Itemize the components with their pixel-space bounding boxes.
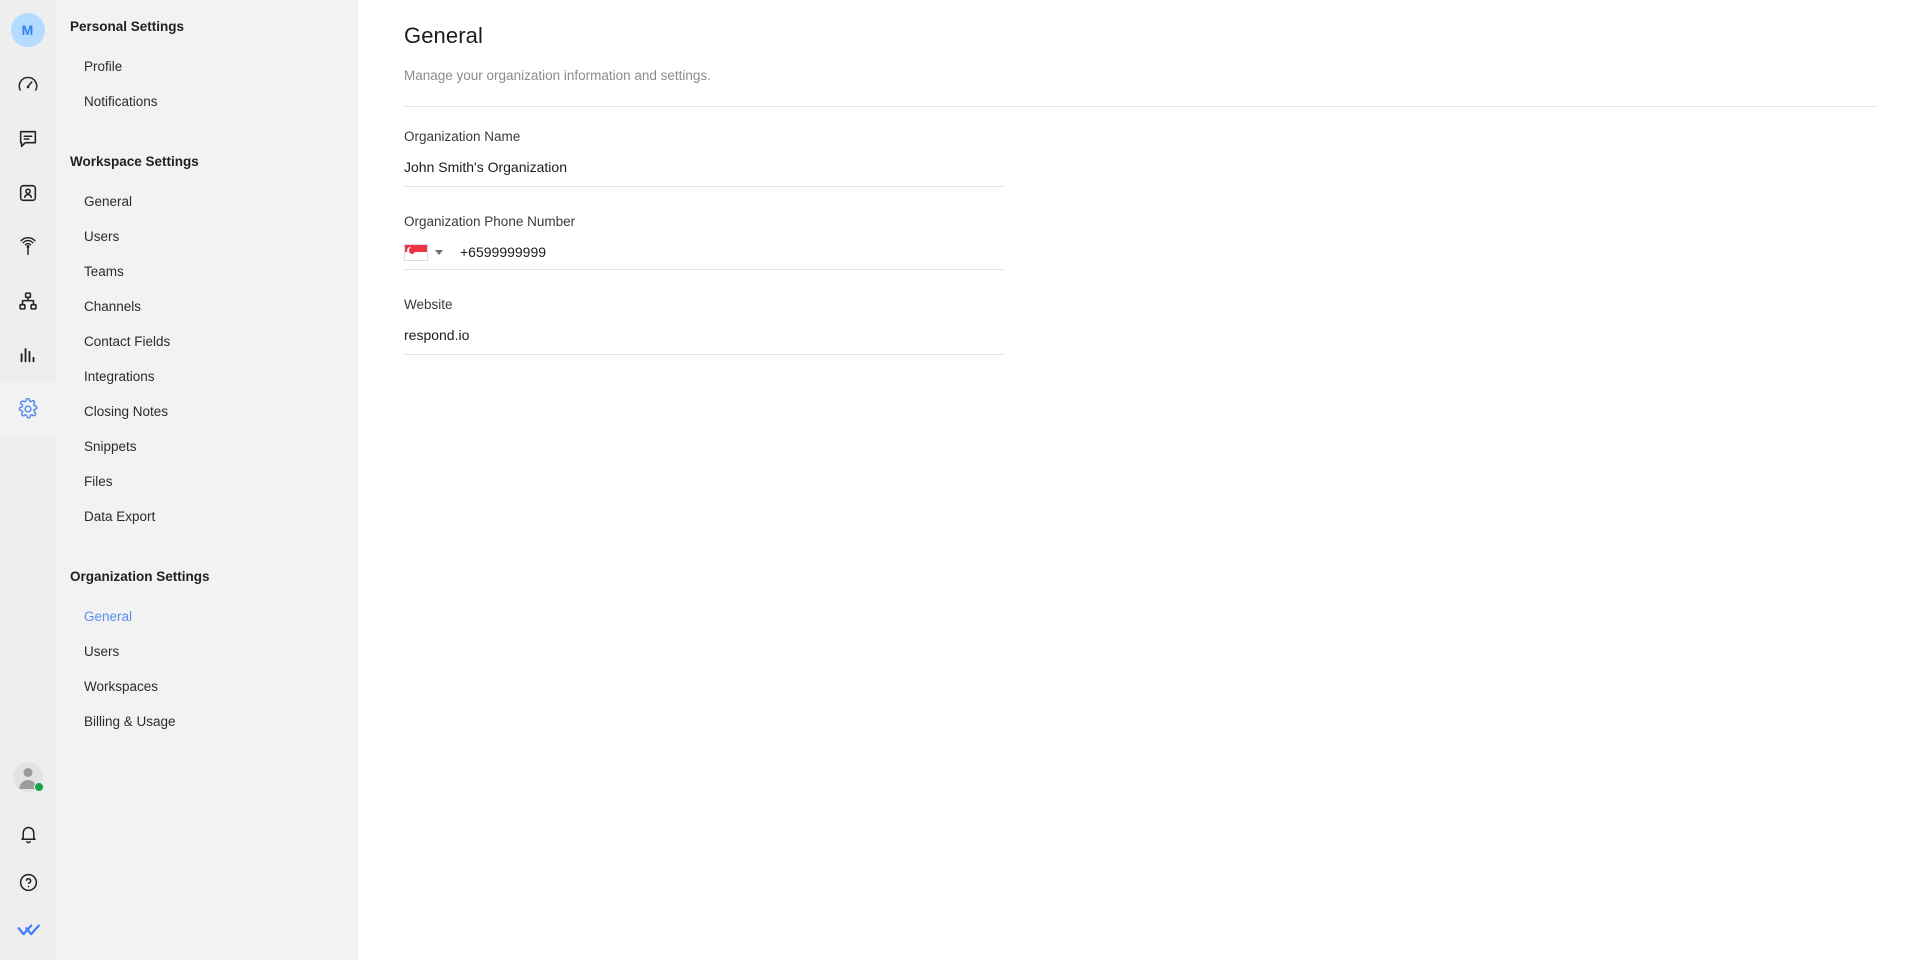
user-avatar[interactable] [13,762,44,792]
sidebar-item-notifications[interactable]: Notifications [56,84,358,119]
organization-name-input[interactable]: John Smith's Organization [404,157,1004,187]
organization-phone-input[interactable]: +6599999999 [460,242,546,262]
sidebar-item-org-general[interactable]: General [56,599,358,634]
organization-phone-label: Organization Phone Number [404,214,576,229]
sidebar-item-billing-usage[interactable]: Billing & Usage [56,704,358,739]
field-organization-name: Organization Name John Smith's Organizat… [404,128,1004,187]
field-website: Website respond.io [404,296,1004,355]
sidebar-item-contact-fields[interactable]: Contact Fields [56,324,358,359]
sidebar-item-data-export[interactable]: Data Export [56,499,358,534]
rail-item-respond-logo[interactable] [0,906,56,954]
rail-bottom-section [0,756,56,960]
rail-item-notifications[interactable] [0,810,56,858]
sidebar-item-snippets[interactable]: Snippets [56,429,358,464]
page-subtitle: Manage your organization information and… [404,68,711,83]
messages-icon [17,128,39,150]
help-circle-icon [18,872,39,893]
website-label: Website [404,297,453,312]
workflows-icon [17,290,39,312]
sidebar-item-workspace-users[interactable]: Users [56,219,358,254]
sidebar-group-personal: Personal Settings Profile Notifications [56,18,358,119]
sidebar-group-organization: Organization Settings General Users Work… [56,568,358,739]
flag-crescent-cut [409,246,416,254]
sidebar-item-teams[interactable]: Teams [56,254,358,289]
sidebar-item-files[interactable]: Files [56,464,358,499]
online-status-indicator [34,782,44,792]
rail-item-messages[interactable] [0,112,56,166]
main-content: General Manage your organization informa… [358,0,1919,973]
organization-name-label: Organization Name [404,129,521,144]
sidebar-group-title: Organization Settings [70,569,210,584]
page-title: General [404,23,483,48]
field-organization-phone: Organization Phone Number +6599999999 [404,213,1004,270]
settings-sidebar: Personal Settings Profile Notifications … [56,0,358,960]
organization-settings-form: Organization Name John Smith's Organizat… [404,107,1878,355]
reports-icon [17,344,39,366]
app-root: M Personal Settings Profile Notification… [0,0,1919,973]
sidebar-item-workspace-general[interactable]: General [56,184,358,219]
respond-io-logo-icon [16,918,41,943]
bell-icon [18,824,39,845]
rail-item-help[interactable] [0,858,56,906]
sidebar-item-workspaces[interactable]: Workspaces [56,669,358,704]
chevron-down-icon[interactable] [435,249,443,255]
rail-item-reports[interactable] [0,328,56,382]
dashboard-icon [17,74,39,96]
website-input[interactable]: respond.io [404,325,1004,355]
settings-gear-icon [17,398,39,420]
rail-top-section: M [0,0,56,436]
rail-item-settings[interactable] [0,382,56,436]
sidebar-group-workspace: Workspace Settings General Users Teams C… [56,153,358,534]
sidebar-item-profile[interactable]: Profile [56,49,358,84]
sidebar-item-org-users[interactable]: Users [56,634,358,669]
sidebar-group-title: Workspace Settings [70,154,199,169]
rail-item-workflows[interactable] [0,274,56,328]
sidebar-item-integrations[interactable]: Integrations [56,359,358,394]
sidebar-item-channels[interactable]: Channels [56,289,358,324]
organization-avatar-initial: M [21,22,34,38]
rail-item-dashboard[interactable] [0,58,56,112]
contacts-icon [17,182,39,204]
singapore-flag-icon[interactable] [404,243,428,261]
rail-item-broadcasts[interactable] [0,220,56,274]
sidebar-item-closing-notes[interactable]: Closing Notes [56,394,358,429]
phone-input-row: +6599999999 [404,242,1004,270]
sidebar-group-title: Personal Settings [70,19,185,34]
organization-avatar[interactable]: M [10,13,45,47]
avatar-head [23,768,33,777]
broadcasts-icon [17,236,39,258]
primary-nav-rail: M [0,0,56,960]
rail-item-contacts[interactable] [0,166,56,220]
